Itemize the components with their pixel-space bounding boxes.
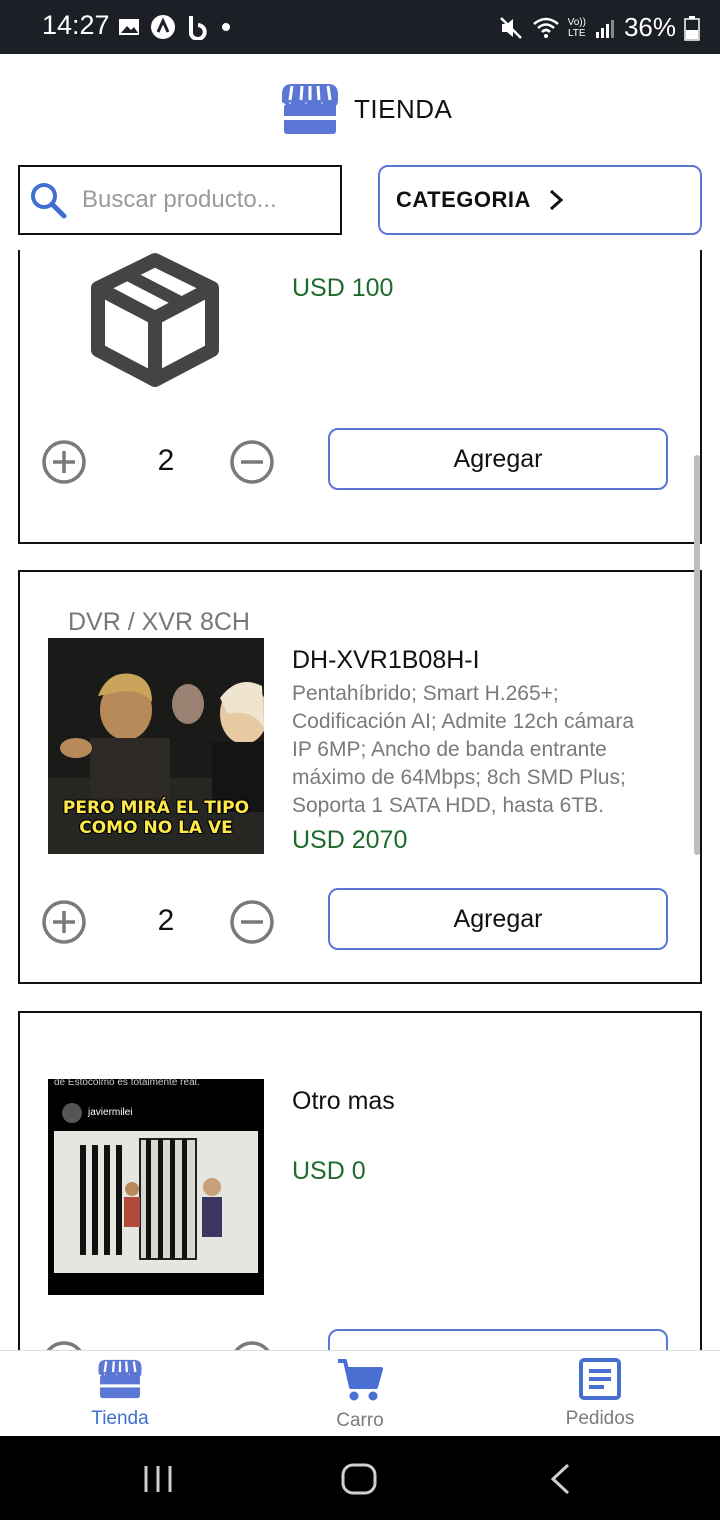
recent-apps-icon[interactable]	[142, 1464, 174, 1494]
app-header: TIENDA	[0, 54, 720, 164]
status-bar: 14:27 Vo)) LTE 36%	[0, 0, 720, 54]
product-card: de Estocolmo es totalmente real. javierm…	[18, 1011, 702, 1350]
gallery-icon	[119, 19, 139, 35]
decrease-quantity-icon[interactable]	[228, 898, 276, 946]
bottom-navigation: Tienda Carro Pedidos	[0, 1350, 720, 1436]
add-to-cart-button[interactable]: Agregar	[328, 1329, 668, 1350]
home-icon[interactable]	[340, 1462, 378, 1496]
increase-quantity-icon[interactable]	[40, 438, 88, 486]
page-title: TIENDA	[354, 93, 453, 124]
battery-percent: 36%	[623, 12, 676, 42]
nav-item-tienda[interactable]: Tienda	[50, 1357, 190, 1430]
nav-label: Carro	[336, 1410, 384, 1431]
product-description: Pentahíbrido; Smart H.265+; Codificación…	[292, 682, 635, 817]
notification-dot-icon	[222, 23, 230, 31]
decrease-quantity-icon[interactable]	[228, 1339, 276, 1350]
scrollbar[interactable]	[694, 455, 700, 855]
add-to-cart-button[interactable]: Agregar	[328, 428, 668, 490]
orders-icon	[579, 1358, 621, 1400]
decrease-quantity-icon[interactable]	[228, 438, 276, 486]
nav-label: Tienda	[91, 1408, 149, 1429]
product-list[interactable]: USD 100 2 Agregar DVR / XVR 8CH PERO MIR…	[0, 250, 720, 1350]
store-icon	[282, 84, 338, 134]
store-icon	[98, 1359, 142, 1399]
product-price: USD 2070	[292, 826, 408, 854]
mute-icon	[499, 16, 522, 39]
product-name: DH-XVR1B08H-I	[292, 646, 480, 674]
battery-icon	[684, 15, 700, 41]
lte-indicator: Vo)) LTE	[567, 16, 586, 39]
product-card: DVR / XVR 8CH PERO MIRÁ EL TIPO COMO NO …	[18, 570, 702, 984]
image-username: javiermilei	[88, 1107, 133, 1118]
nav-item-pedidos[interactable]: Pedidos	[530, 1357, 670, 1430]
brand: TIENDA	[280, 82, 452, 136]
product-image: PERO MIRÁ EL TIPO COMO NO LA VE	[48, 638, 264, 854]
increase-quantity-icon[interactable]	[40, 898, 88, 946]
search-input[interactable]	[82, 186, 332, 214]
category-label: CATEGORIA	[396, 187, 531, 212]
package-icon	[91, 253, 219, 387]
product-name: Otro mas	[292, 1087, 395, 1115]
product-price: USD 0	[292, 1157, 366, 1185]
image-caption: PERO MIRÁ EL TIPO COMO NO LA VE	[62, 798, 250, 838]
product-quantity: 2	[157, 904, 175, 937]
nav-label: Pedidos	[565, 1408, 635, 1429]
chevron-right-icon	[549, 189, 564, 211]
app-a-icon	[151, 15, 175, 39]
image-caption-top: de Estocolmo es totalmente real.	[54, 1079, 200, 1088]
search-box[interactable]	[18, 165, 342, 235]
product-image: de Estocolmo es totalmente real. javierm…	[48, 1079, 264, 1295]
cart-icon	[338, 1359, 383, 1401]
nav-item-carro[interactable]: Carro	[290, 1357, 430, 1432]
product-category: DVR / XVR 8CH	[68, 608, 250, 636]
product-price: USD 100	[292, 274, 394, 302]
back-icon[interactable]	[548, 1462, 572, 1496]
status-time: 14:27	[42, 10, 110, 40]
category-button[interactable]: CATEGORIA	[378, 165, 702, 235]
product-quantity: 2	[157, 444, 175, 477]
app-b-icon	[189, 16, 207, 40]
product-card: USD 100 2 Agregar	[18, 250, 702, 544]
add-to-cart-button[interactable]: Agregar	[328, 888, 668, 950]
search-icon	[31, 183, 67, 219]
signal-icon	[595, 19, 614, 38]
system-navigation-bar	[0, 1436, 720, 1520]
wifi-icon	[532, 17, 559, 38]
increase-quantity-icon[interactable]	[40, 1339, 88, 1350]
